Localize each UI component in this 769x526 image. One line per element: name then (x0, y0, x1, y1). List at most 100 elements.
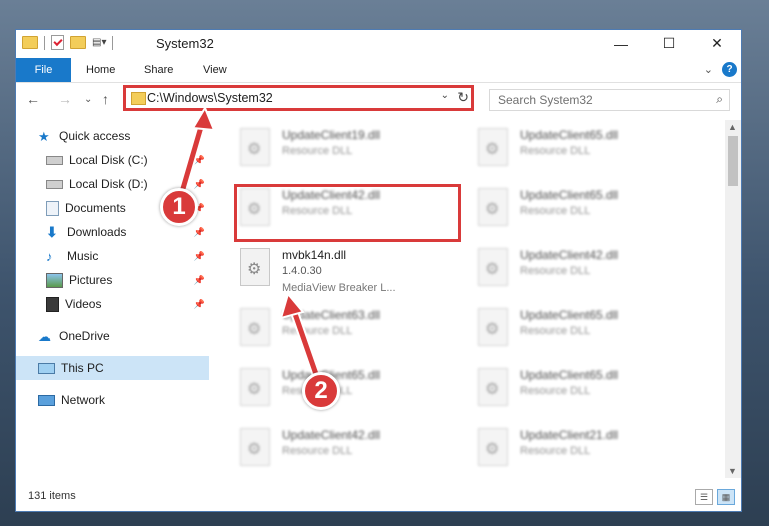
file-description: Resource DLL (282, 145, 353, 157)
file-name: UpdateClient21.dll (520, 428, 619, 442)
customize-toolbar-icon[interactable]: ▤▾ (92, 37, 106, 48)
pin-icon[interactable]: 📌 (194, 179, 205, 190)
tab-share[interactable]: Share (144, 58, 173, 82)
sidebar-item-music[interactable]: ♪ Music 📌 (16, 244, 209, 268)
dll-file-icon (240, 428, 270, 466)
file-version: 1.4.0.30 (282, 265, 322, 277)
file-item[interactable]: UpdateClient19.dll Resource DLL (234, 122, 464, 178)
dll-file-icon (478, 248, 508, 286)
file-name: UpdateClient65.dll (520, 368, 619, 382)
explorer-window: ▤▾ System32 — ☐ ✕ File Home Share View ⌄… (15, 29, 742, 512)
sidebar-item-quick-access[interactable]: ★ Quick access (16, 124, 209, 148)
file-item[interactable]: UpdateClient42.dll Resource DLL (234, 422, 464, 478)
file-name: mvbk14n.dll (282, 248, 347, 262)
drive-icon (46, 179, 63, 189)
file-item-mvbk14n-dll[interactable]: mvbk14n.dll 1.4.0.30 MediaView Breaker L… (234, 242, 464, 298)
pin-icon[interactable]: 📌 (194, 227, 205, 238)
sidebar-item-label: Music (67, 249, 99, 263)
step-callout-1: 1 (160, 188, 198, 226)
scrollbar-thumb[interactable] (728, 136, 738, 186)
sidebar-item-local-disk-c[interactable]: Local Disk (C:) 📌 (16, 148, 209, 172)
file-description: Resource DLL (282, 325, 353, 337)
file-description: Resource DLL (520, 145, 591, 157)
scroll-down-icon[interactable]: ▼ (728, 466, 737, 476)
toolbar-separator (112, 35, 114, 50)
file-description: Resource DLL (520, 205, 591, 217)
sidebar-item-onedrive[interactable]: ☁ OneDrive (16, 324, 209, 348)
toolbar-separator (44, 35, 45, 50)
videos-icon (46, 296, 59, 312)
search-placeholder: Search System32 (498, 93, 593, 107)
recent-locations-icon[interactable]: ⌄ (84, 94, 92, 105)
file-description: Resource DLL (520, 385, 591, 397)
sidebar-item-pictures[interactable]: Pictures 📌 (16, 268, 209, 292)
file-item[interactable]: UpdateClient65.dll Resource DLL (472, 362, 702, 418)
folder-icon (22, 36, 38, 49)
up-button[interactable]: ↑ (102, 91, 109, 107)
pin-icon[interactable]: 📌 (194, 275, 205, 286)
pin-icon[interactable]: 📌 (194, 251, 205, 262)
tiles-view-icon[interactable]: ▦ (717, 489, 735, 505)
file-highlight-box (234, 184, 461, 242)
dll-file-icon (240, 248, 270, 286)
file-name: UpdateClient65.dll (520, 128, 619, 142)
file-description: Resource DLL (520, 265, 591, 277)
sidebar-item-label: Local Disk (C:) (69, 153, 148, 167)
file-item[interactable]: UpdateClient42.dll Resource DLL (472, 242, 702, 298)
dll-file-icon (478, 188, 508, 226)
maximize-button[interactable]: ☐ (645, 30, 693, 57)
sidebar-item-label: OneDrive (59, 329, 110, 343)
tab-home[interactable]: Home (86, 58, 115, 82)
forward-button[interactable]: → (58, 91, 72, 107)
drive-icon (46, 155, 63, 165)
sidebar-item-videos[interactable]: Videos 📌 (16, 292, 209, 316)
scroll-up-icon[interactable]: ▲ (728, 122, 737, 132)
file-description: Resource DLL (520, 445, 591, 457)
file-item[interactable]: UpdateClient63.dll Resource DLL (234, 302, 464, 358)
pin-icon[interactable]: 📌 (194, 299, 205, 310)
file-description: Resource DLL (282, 445, 353, 457)
dll-file-icon (478, 128, 508, 166)
sidebar-item-network[interactable]: Network (16, 388, 209, 412)
ribbon-tabs: File Home Share View ⌄ ? (16, 58, 741, 83)
file-item[interactable]: UpdateClient21.dll Resource DLL (472, 422, 702, 478)
file-item[interactable]: UpdateClient65.dll Resource DLL (472, 182, 702, 238)
file-item[interactable]: UpdateClient65.dll Resource DLL (234, 362, 464, 418)
file-name: UpdateClient65.dll (520, 188, 619, 202)
back-button[interactable]: ← (26, 91, 40, 107)
properties-icon[interactable] (51, 35, 64, 50)
search-input[interactable]: Search System32 ⌕ (489, 89, 730, 111)
file-description: Resource DLL (520, 325, 591, 337)
file-name: UpdateClient65.dll (520, 308, 619, 322)
sidebar-item-this-pc[interactable]: This PC (16, 356, 209, 380)
file-name: UpdateClient63.dll (282, 308, 381, 322)
address-bar[interactable]: C:\Windows\System32 ⌄ ↻ (123, 85, 474, 111)
expand-ribbon-icon[interactable]: ⌄ (704, 63, 713, 76)
file-item[interactable]: UpdateClient65.dll Resource DLL (472, 122, 702, 178)
minimize-button[interactable]: — (597, 30, 645, 57)
navigation-pane: ★ Quick access Local Disk (C:) 📌 Local D… (16, 120, 209, 478)
sidebar-item-label: Pictures (69, 273, 113, 287)
file-item[interactable]: UpdateClient65.dll Resource DLL (472, 302, 702, 358)
search-icon[interactable]: ⌕ (716, 92, 723, 107)
quick-access-toolbar: ▤▾ (22, 35, 114, 50)
window-controls: — ☐ ✕ (597, 30, 741, 57)
title-bar: ▤▾ System32 — ☐ ✕ (16, 30, 741, 57)
dll-file-icon (478, 428, 508, 466)
sidebar-item-label: Quick access (59, 129, 131, 143)
window-title: System32 (156, 36, 214, 51)
close-button[interactable]: ✕ (693, 30, 741, 57)
sidebar-item-label: Local Disk (D:) (69, 177, 148, 191)
dll-file-icon (240, 368, 270, 406)
pin-icon[interactable]: 📌 (194, 155, 205, 166)
file-tab[interactable]: File (16, 58, 71, 82)
pictures-icon (46, 272, 63, 288)
vertical-scrollbar[interactable]: ▲ ▼ (725, 120, 741, 478)
new-folder-icon[interactable] (70, 36, 86, 49)
address-highlight-box (123, 85, 474, 111)
dll-file-icon (240, 308, 270, 346)
tab-view[interactable]: View (203, 58, 227, 82)
help-icon[interactable]: ? (722, 62, 737, 77)
documents-icon (46, 200, 59, 216)
details-view-icon[interactable]: ☰ (695, 489, 713, 505)
